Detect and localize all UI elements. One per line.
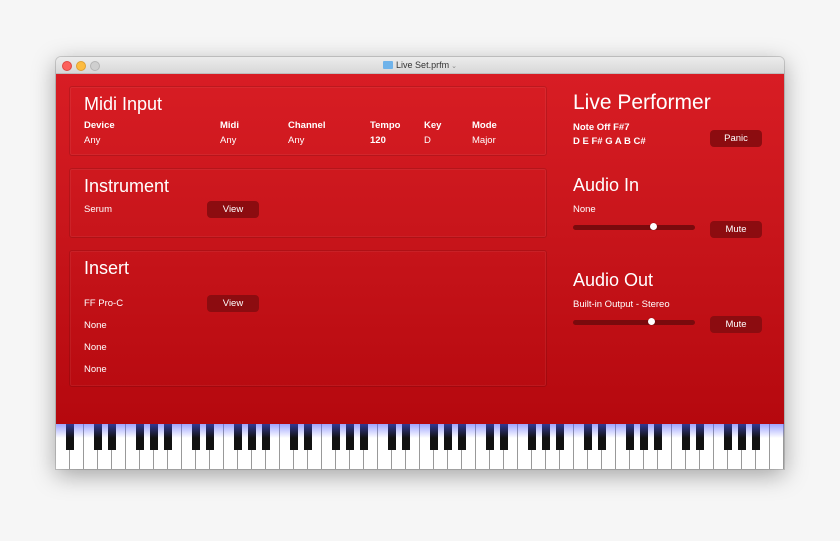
midi-input-panel: Midi Input Device Any Midi Any Channel A…	[69, 86, 547, 156]
black-key[interactable]	[247, 424, 257, 450]
black-key[interactable]	[639, 424, 649, 450]
midi-input-title: Midi Input	[84, 94, 163, 114]
audio-out-slider-knob[interactable]	[647, 318, 655, 325]
black-key[interactable]	[541, 424, 551, 450]
black-key[interactable]	[751, 424, 761, 450]
audio-out-volume-slider[interactable]	[573, 318, 695, 325]
black-key[interactable]	[429, 424, 439, 450]
insert-slot-2[interactable]: None	[84, 320, 107, 331]
channel-value[interactable]: Any	[288, 135, 304, 146]
black-key[interactable]	[527, 424, 537, 450]
tempo-label: Tempo	[370, 120, 401, 131]
black-key[interactable]	[387, 424, 397, 450]
piano-keyboard[interactable]	[56, 424, 784, 469]
device-label: Device	[84, 120, 115, 131]
black-key[interactable]	[205, 424, 215, 450]
app-window: Live Set.prfm ⌄ Midi Input Device Any Mid…	[56, 57, 784, 469]
instrument-title: Instrument	[84, 176, 170, 196]
black-key[interactable]	[149, 424, 159, 450]
midi-value[interactable]: Any	[220, 135, 236, 146]
instrument-name: Serum	[84, 204, 112, 215]
note-status: Note Off F#7	[573, 122, 630, 133]
black-key[interactable]	[163, 424, 173, 450]
black-key[interactable]	[107, 424, 117, 450]
key-label: Key	[424, 120, 442, 131]
device-value[interactable]: Any	[84, 135, 100, 146]
black-key[interactable]	[135, 424, 145, 450]
audio-in-device[interactable]: None	[573, 204, 596, 215]
key-value[interactable]: D	[424, 135, 431, 146]
black-key[interactable]	[653, 424, 663, 450]
black-key[interactable]	[583, 424, 593, 450]
black-key[interactable]	[485, 424, 495, 450]
black-key[interactable]	[443, 424, 453, 450]
black-key[interactable]	[597, 424, 607, 450]
black-key[interactable]	[401, 424, 411, 450]
window-title[interactable]: Live Set.prfm ⌄	[56, 59, 784, 73]
insert-panel: Insert FF Pro-C View None None None	[69, 250, 547, 387]
black-key[interactable]	[303, 424, 313, 450]
black-key[interactable]	[555, 424, 565, 450]
black-key[interactable]	[345, 424, 355, 450]
insert-title: Insert	[84, 258, 130, 278]
chevron-down-icon: ⌄	[451, 63, 457, 70]
black-key[interactable]	[681, 424, 691, 450]
live-performer-title: Live Performer	[573, 91, 711, 114]
instrument-panel: Instrument Serum View	[69, 168, 547, 238]
insert-view-button[interactable]: View	[207, 295, 259, 312]
title-bar: Live Set.prfm ⌄	[56, 57, 784, 74]
audio-in-volume-slider[interactable]	[573, 223, 695, 230]
black-key[interactable]	[93, 424, 103, 450]
instrument-view-button[interactable]: View	[207, 201, 259, 218]
panic-button[interactable]: Panic	[710, 130, 762, 147]
black-key[interactable]	[261, 424, 271, 450]
tempo-value[interactable]: 120	[370, 135, 386, 146]
mode-label: Mode	[472, 120, 497, 131]
black-key[interactable]	[289, 424, 299, 450]
black-key[interactable]	[331, 424, 341, 450]
window-title-text: Live Set.prfm	[396, 60, 450, 70]
mode-value[interactable]: Major	[472, 135, 496, 146]
black-key[interactable]	[191, 424, 201, 450]
channel-label: Channel	[288, 120, 326, 131]
audio-out-title: Audio Out	[573, 270, 654, 290]
black-key[interactable]	[695, 424, 705, 450]
black-key[interactable]	[499, 424, 509, 450]
midi-label: Midi	[220, 120, 239, 131]
insert-slot-1[interactable]: FF Pro-C	[84, 298, 123, 309]
audio-out-mute-button[interactable]: Mute	[710, 316, 762, 333]
scale-notes: D E F# G A B C#	[573, 136, 646, 147]
black-key[interactable]	[625, 424, 635, 450]
audio-in-title: Audio In	[573, 175, 640, 195]
black-key[interactable]	[233, 424, 243, 450]
audio-in-slider-knob[interactable]	[650, 223, 658, 230]
insert-slot-4[interactable]: None	[84, 364, 107, 375]
black-key[interactable]	[359, 424, 369, 450]
insert-slot-3[interactable]: None	[84, 342, 107, 353]
black-key[interactable]	[737, 424, 747, 450]
black-key[interactable]	[723, 424, 733, 450]
white-key[interactable]	[770, 424, 784, 469]
audio-in-mute-button[interactable]: Mute	[710, 221, 762, 238]
main-content: Midi Input Device Any Midi Any Channel A…	[56, 74, 784, 424]
black-key[interactable]	[65, 424, 75, 450]
black-key[interactable]	[457, 424, 467, 450]
audio-out-device[interactable]: Built-in Output - Stereo	[573, 299, 670, 310]
document-icon	[383, 61, 394, 69]
